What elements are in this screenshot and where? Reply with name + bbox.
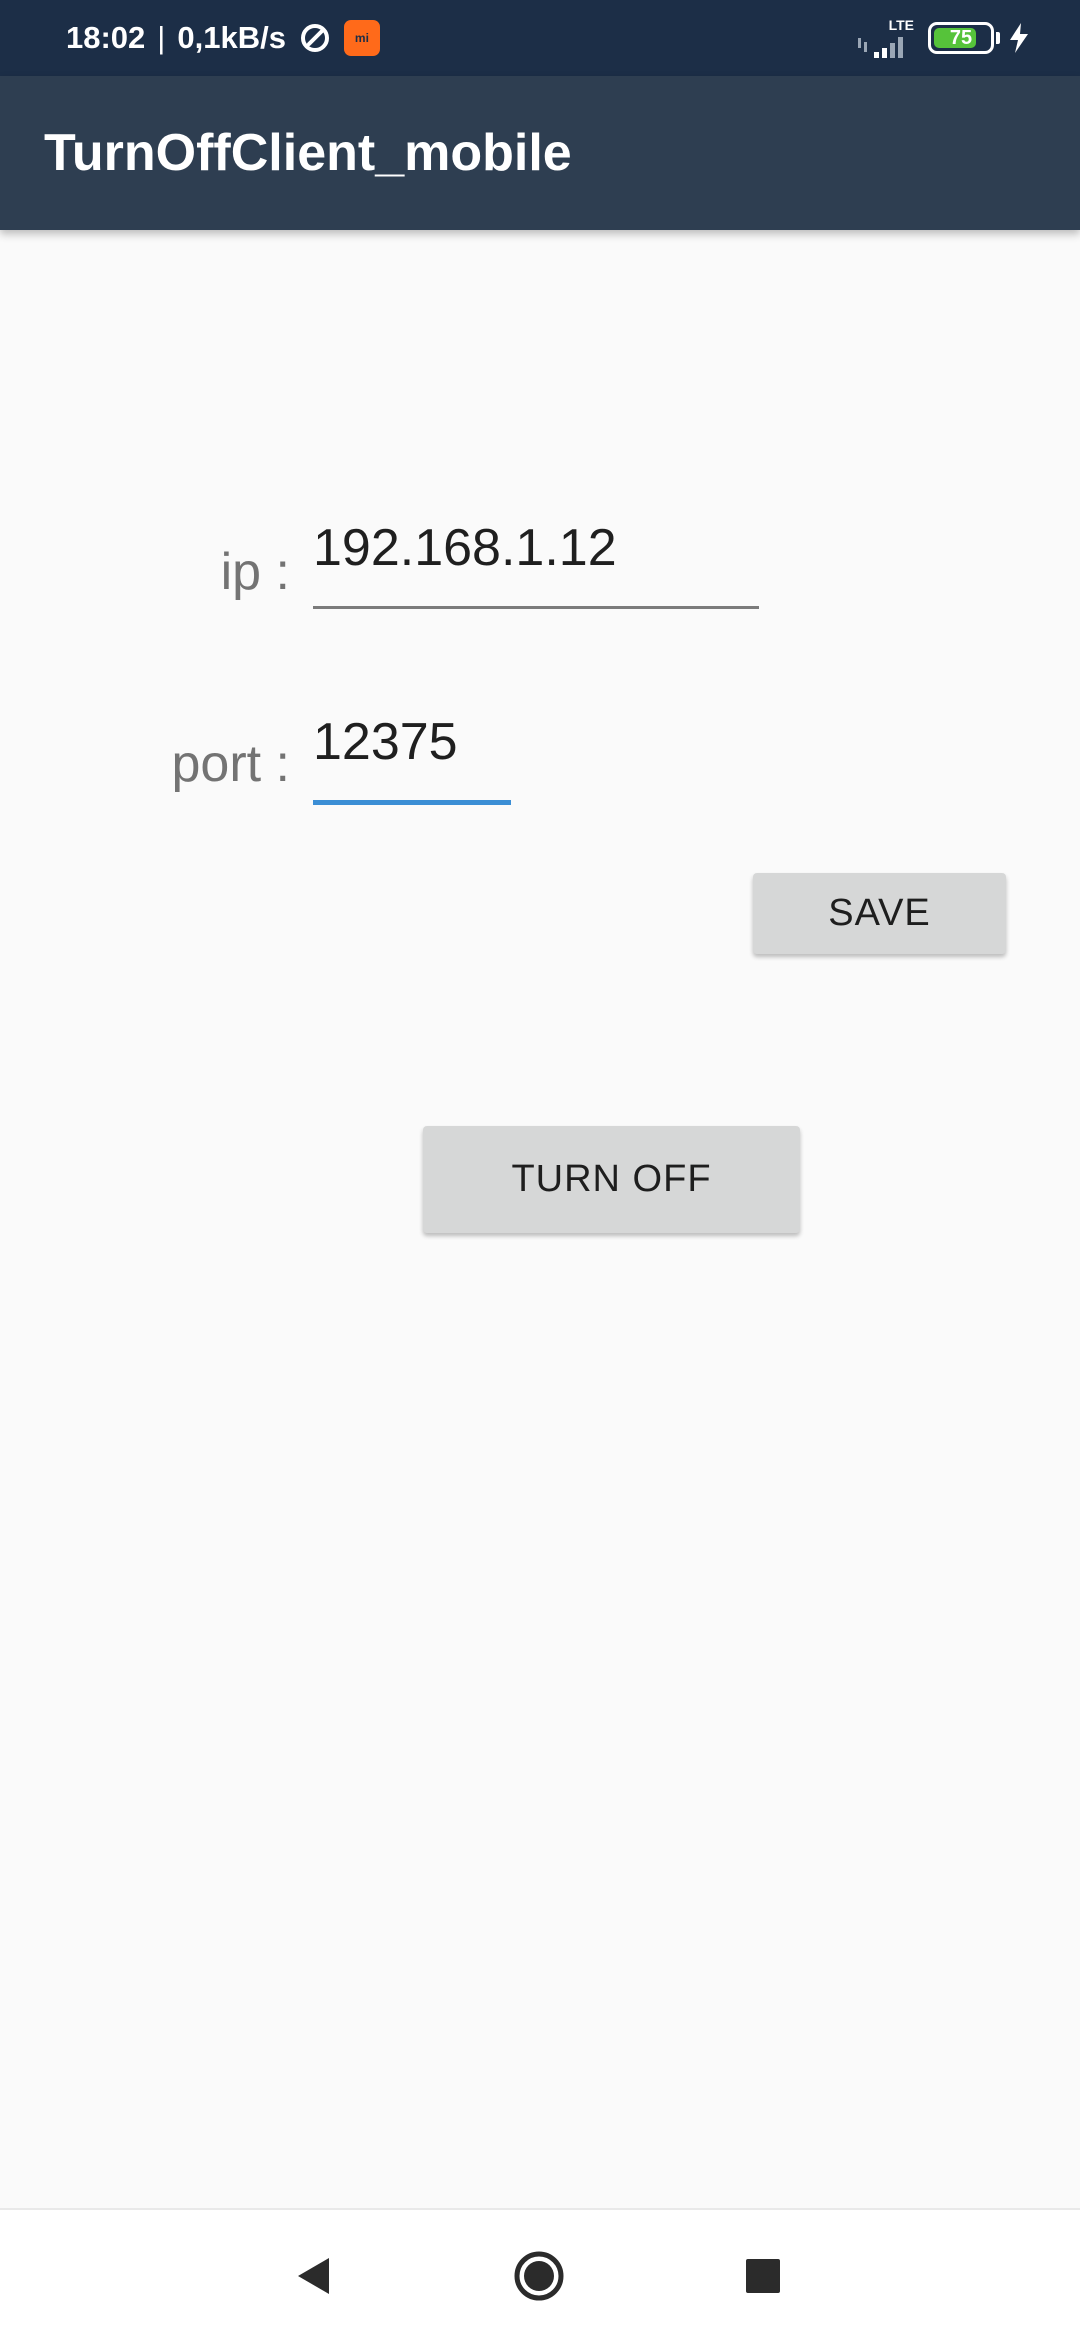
port-field[interactable]: 12375 <box>313 690 511 805</box>
app-title: TurnOffClient_mobile <box>44 124 572 182</box>
status-left: 18:02 | 0,1kB/s mi <box>66 0 380 76</box>
save-button[interactable]: SAVE <box>753 873 1006 954</box>
mi-app-icon-text: mi <box>354 31 369 45</box>
status-bar: 18:02 | 0,1kB/s mi LTE 75 <box>0 0 1080 76</box>
network-speed: 0,1kB/s <box>177 20 286 55</box>
status-right: LTE 75 <box>858 0 1030 76</box>
turn-off-button-label: TURN OFF <box>511 1158 712 1200</box>
port-label: port : <box>171 735 291 793</box>
network-type: LTE <box>888 17 914 33</box>
ip-field[interactable]: 192.168.1.12 <box>313 500 759 609</box>
ip-field-value[interactable]: 192.168.1.12 <box>313 518 617 578</box>
screen: 18:02 | 0,1kB/s mi LTE 75 TurnOffClient_… <box>0 0 1080 2340</box>
status-time: 18:02 <box>66 20 146 55</box>
port-field-value[interactable]: 12375 <box>313 712 458 772</box>
app-bar: TurnOffClient_mobile <box>0 76 1080 230</box>
battery-level: 75 <box>949 26 973 49</box>
battery-nub <box>996 32 1000 44</box>
sync-icon <box>298 21 332 55</box>
mi-app-icon: mi <box>343 20 380 56</box>
navigation-bar <box>0 2208 1080 2340</box>
signal-icon: LTE <box>858 18 914 58</box>
save-button-label: SAVE <box>828 892 931 934</box>
battery-icon: 75 <box>928 22 1000 54</box>
charging-icon <box>1008 23 1030 53</box>
turn-off-button[interactable]: TURN OFF <box>423 1126 800 1233</box>
home-icon[interactable] <box>489 2210 589 2340</box>
recents-icon[interactable] <box>713 2210 813 2340</box>
back-icon[interactable] <box>263 2210 363 2340</box>
ip-label: ip : <box>220 543 290 601</box>
status-separator: | <box>157 20 166 55</box>
